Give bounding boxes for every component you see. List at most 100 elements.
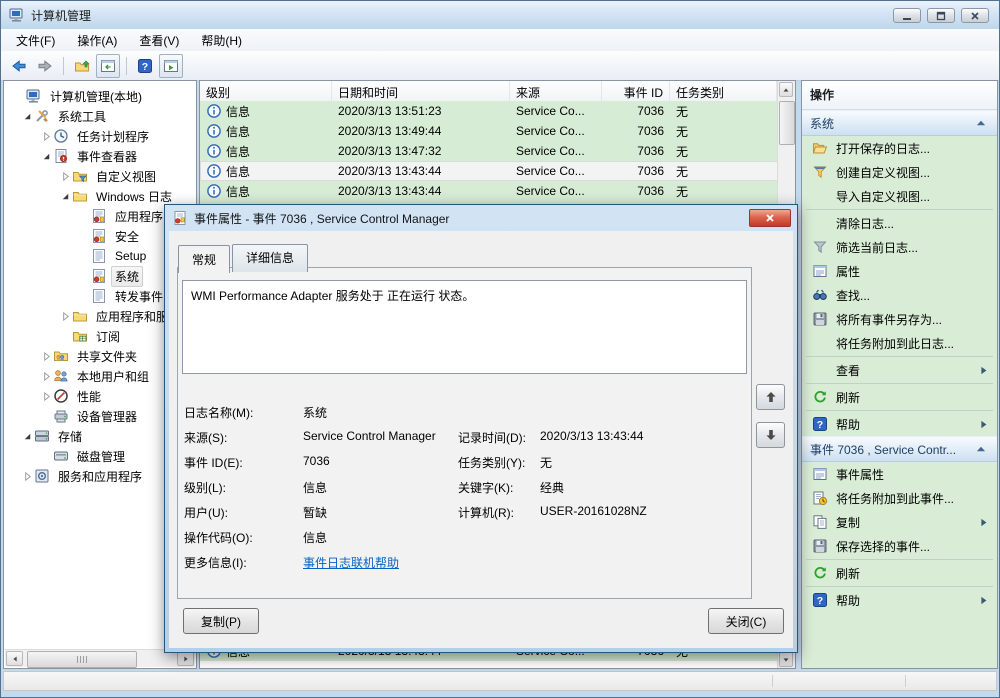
scheduler-icon <box>53 128 69 144</box>
tree-item[interactable]: 自定义视图 <box>4 166 196 186</box>
column-header[interactable]: 来源 <box>510 81 602 101</box>
action-separator <box>806 356 993 357</box>
table-row[interactable]: 信息2020/3/13 13:51:23Service Co...7036无 <box>200 101 778 121</box>
help-button[interactable]: ? <box>133 54 157 78</box>
forward-button[interactable] <box>33 54 57 78</box>
close-button[interactable] <box>961 8 989 23</box>
action-item[interactable]: 将所有事件另存为... <box>802 307 997 331</box>
toolbar-separator <box>63 57 64 75</box>
action-item[interactable]: 将任务附加到此日志... <box>802 331 997 355</box>
action-item-label: 属性 <box>836 263 977 280</box>
menu-item-1[interactable]: 操作(A) <box>66 28 128 53</box>
cell: 信息 <box>200 121 332 141</box>
table-row[interactable]: 信息2020/3/13 13:43:44Service Co...7036无 <box>200 181 778 201</box>
action-item[interactable]: 查看 <box>802 358 997 382</box>
expand-arrow-icon[interactable] <box>58 309 72 323</box>
action-separator <box>806 383 993 384</box>
tree-item[interactable]: 任务计划程序 <box>4 126 196 146</box>
menu-item-0[interactable]: 文件(F) <box>5 28 66 53</box>
action-item[interactable]: 刷新 <box>802 561 997 585</box>
action-separator <box>806 586 993 587</box>
action-item[interactable]: 创建自定义视图... <box>802 160 997 184</box>
field-label: 级别(L): <box>184 479 226 496</box>
action-item[interactable]: ?帮助 <box>802 412 997 436</box>
dialog-titlebar[interactable]: 事件属性 - 事件 7036 , Service Control Manager <box>165 205 797 231</box>
tree-item-label: 系统 <box>111 266 143 287</box>
field-label: 来源(S): <box>184 429 227 446</box>
collapse-arrow-icon[interactable] <box>20 429 34 443</box>
find-icon <box>812 287 828 303</box>
action-item-label: 保存选择的事件... <box>836 538 977 555</box>
show-console-tree-button[interactable] <box>96 54 120 78</box>
export-list-button[interactable] <box>70 54 94 78</box>
scroll-right-button[interactable] <box>177 651 194 666</box>
action-item[interactable]: ?帮助 <box>802 588 997 612</box>
titlebar[interactable]: 计算机管理 <box>1 1 999 30</box>
close-dialog-button[interactable]: 关闭(C) <box>708 608 784 634</box>
cell: 信息 <box>200 141 332 161</box>
scrollbar-thumb[interactable] <box>27 651 137 668</box>
action-item-label: 创建自定义视图... <box>836 164 977 181</box>
expand-arrow-icon[interactable] <box>39 349 53 363</box>
action-item[interactable]: 复制 <box>802 510 997 534</box>
action-item-label: 查看 <box>836 362 977 379</box>
action-section-header[interactable]: 系统 <box>802 110 997 136</box>
scroll-down-button[interactable] <box>779 652 793 667</box>
action-section-header[interactable]: 事件 7036 , Service Contr... <box>802 436 997 462</box>
dialog-close-button[interactable] <box>749 209 791 227</box>
expand-arrow-icon[interactable] <box>39 369 53 383</box>
action-item[interactable]: 事件属性 <box>802 462 997 486</box>
log-alert-icon <box>91 268 107 284</box>
action-item[interactable]: 筛选当前日志... <box>802 235 997 259</box>
tree-item-label: 安全 <box>111 226 143 247</box>
collapse-arrow-icon[interactable] <box>39 149 53 163</box>
tree-item[interactable]: Windows 日志 <box>4 186 196 206</box>
field-value: 信息 <box>303 529 327 546</box>
tree-item-label: 设备管理器 <box>73 406 141 427</box>
column-header[interactable]: 级别 <box>200 81 332 101</box>
action-item[interactable]: 将任务附加到此事件... <box>802 486 997 510</box>
tree-item-label: 自定义视图 <box>92 166 160 187</box>
table-row[interactable]: 信息2020/3/13 13:43:44Service Co...7036无 <box>200 161 778 181</box>
folder-icon <box>72 308 88 324</box>
action-item[interactable]: 刷新 <box>802 385 997 409</box>
expand-arrow-icon[interactable] <box>39 129 53 143</box>
collapse-arrow-icon[interactable] <box>58 189 72 203</box>
column-header[interactable]: 日期和时间 <box>332 81 510 101</box>
action-item[interactable]: 查找... <box>802 283 997 307</box>
menu-item-2[interactable]: 查看(V) <box>128 28 190 53</box>
expand-arrow-icon[interactable] <box>58 169 72 183</box>
action-item[interactable]: 属性 <box>802 259 997 283</box>
tree-item[interactable]: 系统工具 <box>4 106 196 126</box>
menu-item-3[interactable]: 帮助(H) <box>190 28 253 53</box>
table-row[interactable]: 信息2020/3/13 13:47:32Service Co...7036无 <box>200 141 778 161</box>
show-action-pane-button[interactable] <box>159 54 183 78</box>
table-row[interactable]: 信息2020/3/13 13:49:44Service Co...7036无 <box>200 121 778 141</box>
tree-item[interactable]: 事件查看器 <box>4 146 196 166</box>
maximize-button[interactable] <box>927 8 955 23</box>
expand-arrow-icon[interactable] <box>39 389 53 403</box>
action-item[interactable]: 打开保存的日志... <box>802 136 997 160</box>
scroll-up-button[interactable] <box>779 82 793 97</box>
column-header[interactable]: 任务类别 <box>670 81 777 101</box>
action-item[interactable]: 清除日志... <box>802 211 997 235</box>
next-event-button[interactable] <box>756 422 785 448</box>
task-icon <box>812 490 828 506</box>
expand-arrow-icon[interactable] <box>20 469 34 483</box>
column-header[interactable]: 事件 ID <box>602 81 670 101</box>
back-button[interactable] <box>7 54 31 78</box>
cell: 7036 <box>602 161 670 181</box>
collapse-arrow-icon[interactable] <box>20 109 34 123</box>
tab-details[interactable]: 详细信息 <box>232 244 308 272</box>
tab-general[interactable]: 常规 <box>178 245 230 273</box>
online-help-link[interactable]: 事件日志联机帮助 <box>303 554 399 571</box>
action-item[interactable]: 导入自定义视图... <box>802 184 997 208</box>
scroll-left-button[interactable] <box>6 651 23 666</box>
previous-event-button[interactable] <box>756 384 785 410</box>
action-item[interactable]: 保存选择的事件... <box>802 534 997 558</box>
minimize-button[interactable] <box>893 8 921 23</box>
tree-item-label: 系统工具 <box>54 106 110 127</box>
scrollbar-thumb[interactable] <box>779 101 795 145</box>
tree-item[interactable]: 计算机管理(本地) <box>4 86 196 106</box>
copy-button[interactable]: 复制(P) <box>183 608 259 634</box>
